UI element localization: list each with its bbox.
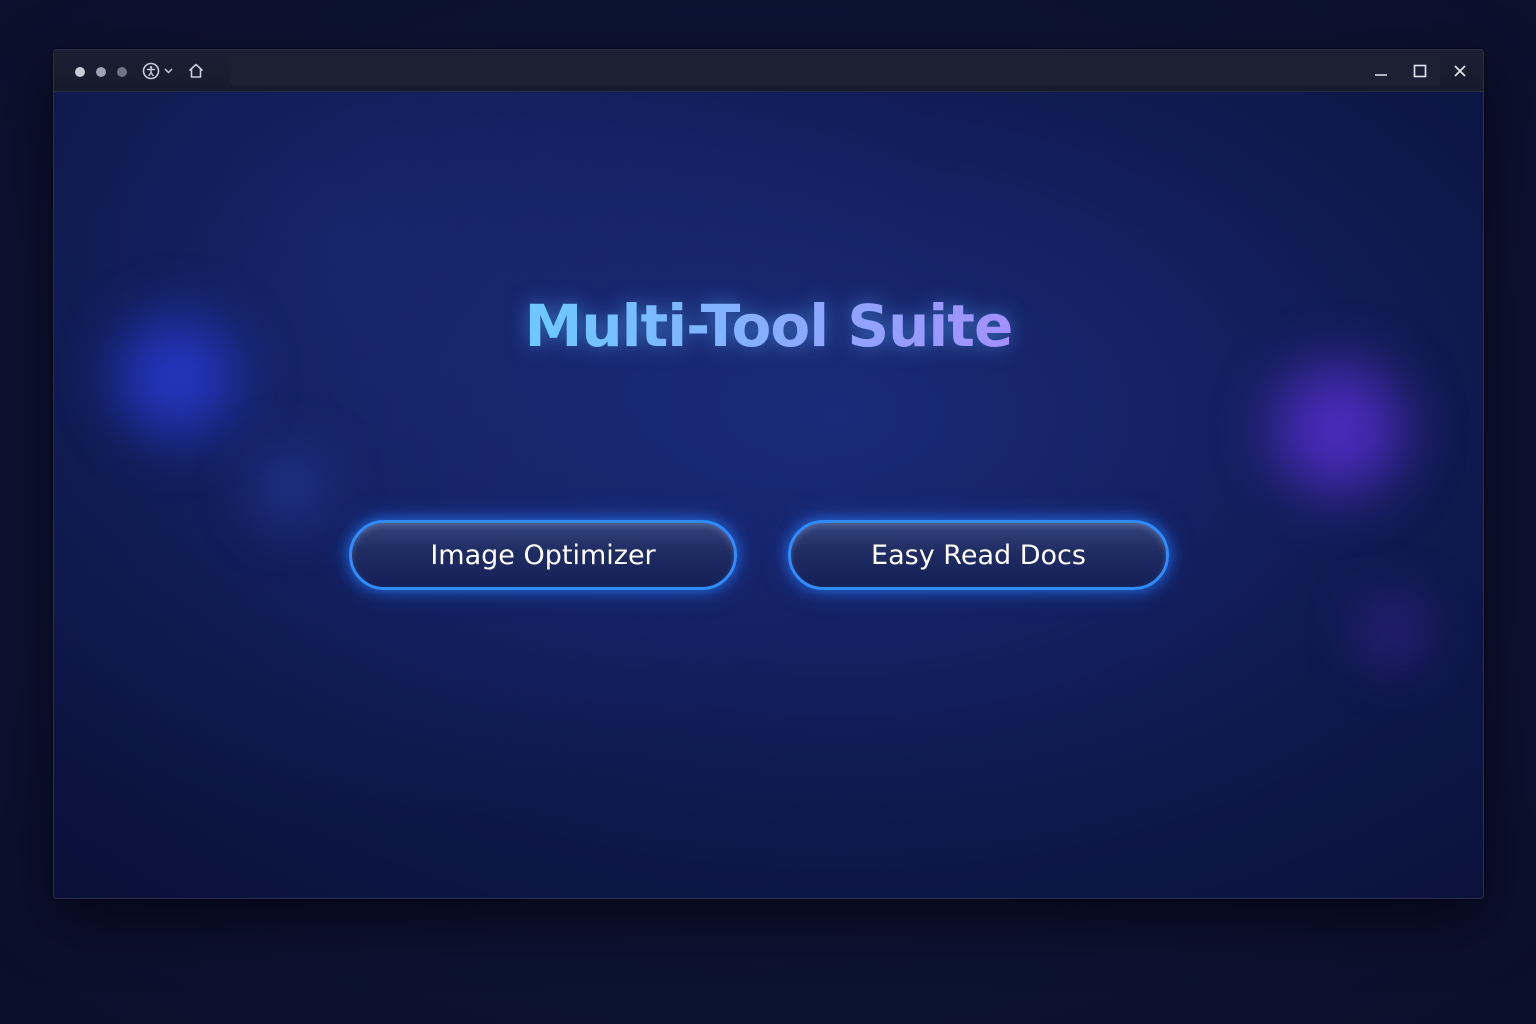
app-window: Multi-Tool Suite Image Optimizer Easy Re… <box>53 49 1484 899</box>
close-icon[interactable] <box>1449 60 1471 82</box>
desktop-background: Multi-Tool Suite Image Optimizer Easy Re… <box>0 0 1536 1024</box>
accessibility-icon[interactable] <box>141 61 161 81</box>
decorative-glow-right <box>1264 354 1414 504</box>
main-content: Multi-Tool Suite Image Optimizer Easy Re… <box>54 92 1483 898</box>
maximize-icon[interactable] <box>1409 60 1431 82</box>
decorative-glow-left-small <box>244 442 334 532</box>
easy-read-docs-button[interactable]: Easy Read Docs <box>788 520 1169 590</box>
window-dot-3[interactable] <box>117 67 127 77</box>
app-title: Multi-Tool Suite <box>54 292 1483 360</box>
minimize-icon[interactable] <box>1370 60 1392 82</box>
home-icon[interactable] <box>186 61 206 81</box>
window-dot-2[interactable] <box>96 67 106 77</box>
tab-strip[interactable] <box>230 56 1440 86</box>
image-optimizer-button[interactable]: Image Optimizer <box>349 520 737 590</box>
easy-read-docs-label: Easy Read Docs <box>871 539 1086 571</box>
chevron-down-icon[interactable] <box>162 66 174 76</box>
title-bar <box>54 50 1483 92</box>
image-optimizer-label: Image Optimizer <box>430 539 656 571</box>
window-dot-1[interactable] <box>75 67 85 77</box>
decorative-glow-right-small <box>1354 592 1434 672</box>
